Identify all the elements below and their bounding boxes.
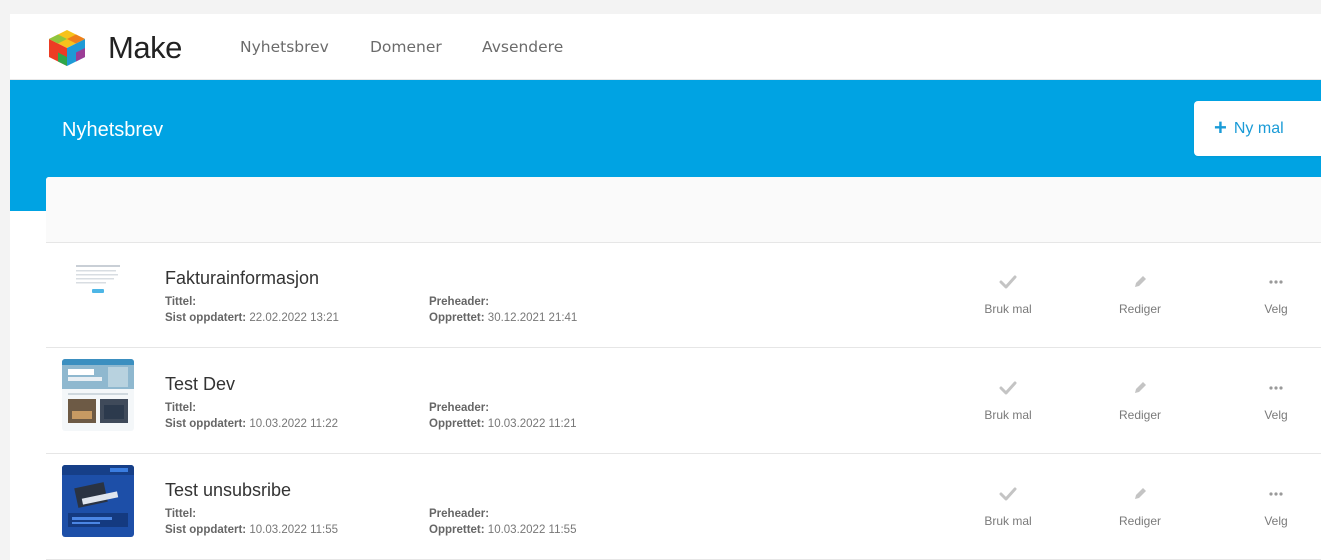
pencil-icon bbox=[1135, 488, 1146, 499]
nav-item-nyhetsbrev[interactable]: Nyhetsbrev bbox=[240, 37, 329, 57]
page-title: Nyhetsbrev bbox=[62, 119, 164, 141]
template-updated: Sist oppdatert: 10.03.2022 11:55 bbox=[165, 524, 339, 536]
use-template-label: Bruk mal bbox=[984, 302, 1032, 316]
template-name[interactable]: Test unsubsribe bbox=[165, 479, 291, 501]
brand-name: Make bbox=[108, 30, 182, 65]
use-template-label: Bruk mal bbox=[984, 514, 1032, 528]
template-updated: Sist oppdatert: 10.03.2022 11:22 bbox=[165, 418, 339, 430]
more-icon bbox=[1269, 492, 1283, 496]
pencil-icon bbox=[1135, 276, 1146, 287]
select-template-label: Velg bbox=[1264, 408, 1288, 422]
panel-header bbox=[46, 177, 1321, 243]
template-thumbnail[interactable] bbox=[62, 465, 134, 537]
more-icon bbox=[1269, 386, 1283, 390]
select-template-button[interactable]: Velg bbox=[1236, 479, 1316, 529]
templates-panel: Fakturainformasjon Tittel: Sist oppdater… bbox=[46, 177, 1321, 560]
template-updated: Sist oppdatert: 22.02.2022 13:21 bbox=[165, 312, 339, 324]
check-icon bbox=[999, 381, 1017, 395]
new-template-label: Ny mal bbox=[1233, 119, 1284, 137]
edit-template-label: Rediger bbox=[1118, 408, 1162, 422]
nav-item-domener[interactable]: Domener bbox=[370, 37, 442, 57]
check-icon bbox=[999, 275, 1017, 289]
use-template-button[interactable]: Bruk mal bbox=[968, 373, 1048, 423]
template-created: Opprettet: 10.03.2022 11:21 bbox=[429, 418, 577, 430]
use-template-button[interactable]: Bruk mal bbox=[968, 479, 1048, 529]
pencil-icon bbox=[1135, 382, 1146, 393]
select-template-label: Velg bbox=[1264, 302, 1288, 316]
template-preheader-field: Preheader: bbox=[429, 296, 490, 308]
template-name[interactable]: Test Dev bbox=[165, 373, 235, 395]
template-created: Opprettet: 10.03.2022 11:55 bbox=[429, 524, 577, 536]
template-preheader-field: Preheader: bbox=[429, 402, 490, 414]
select-template-button[interactable]: Velg bbox=[1236, 373, 1316, 423]
new-template-button[interactable]: + Ny mal bbox=[1194, 101, 1321, 156]
use-template-label: Bruk mal bbox=[984, 408, 1032, 422]
template-name[interactable]: Fakturainformasjon bbox=[165, 267, 319, 289]
template-title-field: Tittel: bbox=[165, 402, 197, 414]
select-template-label: Velg bbox=[1264, 514, 1288, 528]
edit-template-button[interactable]: Rediger bbox=[1100, 267, 1180, 317]
template-title-field: Tittel: bbox=[165, 508, 197, 520]
edit-template-button[interactable]: Rediger bbox=[1100, 479, 1180, 529]
edit-template-button[interactable]: Rediger bbox=[1100, 373, 1180, 423]
template-row[interactable]: Fakturainformasjon Tittel: Sist oppdater… bbox=[46, 243, 1321, 348]
template-thumbnail[interactable] bbox=[62, 359, 134, 431]
check-icon bbox=[999, 487, 1017, 501]
nav-item-avsendere[interactable]: Avsendere bbox=[482, 37, 563, 57]
more-icon bbox=[1269, 280, 1283, 284]
plus-icon: + bbox=[1214, 114, 1227, 140]
top-navigation: Make Nyhetsbrev Domener Avsendere bbox=[10, 14, 1321, 80]
template-row[interactable]: Test Dev Tittel: Sist oppdatert: 10.03.2… bbox=[46, 349, 1321, 454]
template-created: Opprettet: 30.12.2021 21:41 bbox=[429, 312, 578, 324]
edit-template-label: Rediger bbox=[1118, 514, 1162, 528]
edit-template-label: Rediger bbox=[1118, 302, 1162, 316]
template-thumbnail[interactable] bbox=[62, 253, 134, 325]
template-row[interactable]: Test unsubsribe Tittel: Sist oppdatert: … bbox=[46, 455, 1321, 560]
use-template-button[interactable]: Bruk mal bbox=[968, 267, 1048, 317]
template-preheader-field: Preheader: bbox=[429, 508, 490, 520]
select-template-button[interactable]: Velg bbox=[1236, 267, 1316, 317]
make-logo-icon[interactable] bbox=[44, 26, 90, 68]
template-title-field: Tittel: bbox=[165, 296, 197, 308]
